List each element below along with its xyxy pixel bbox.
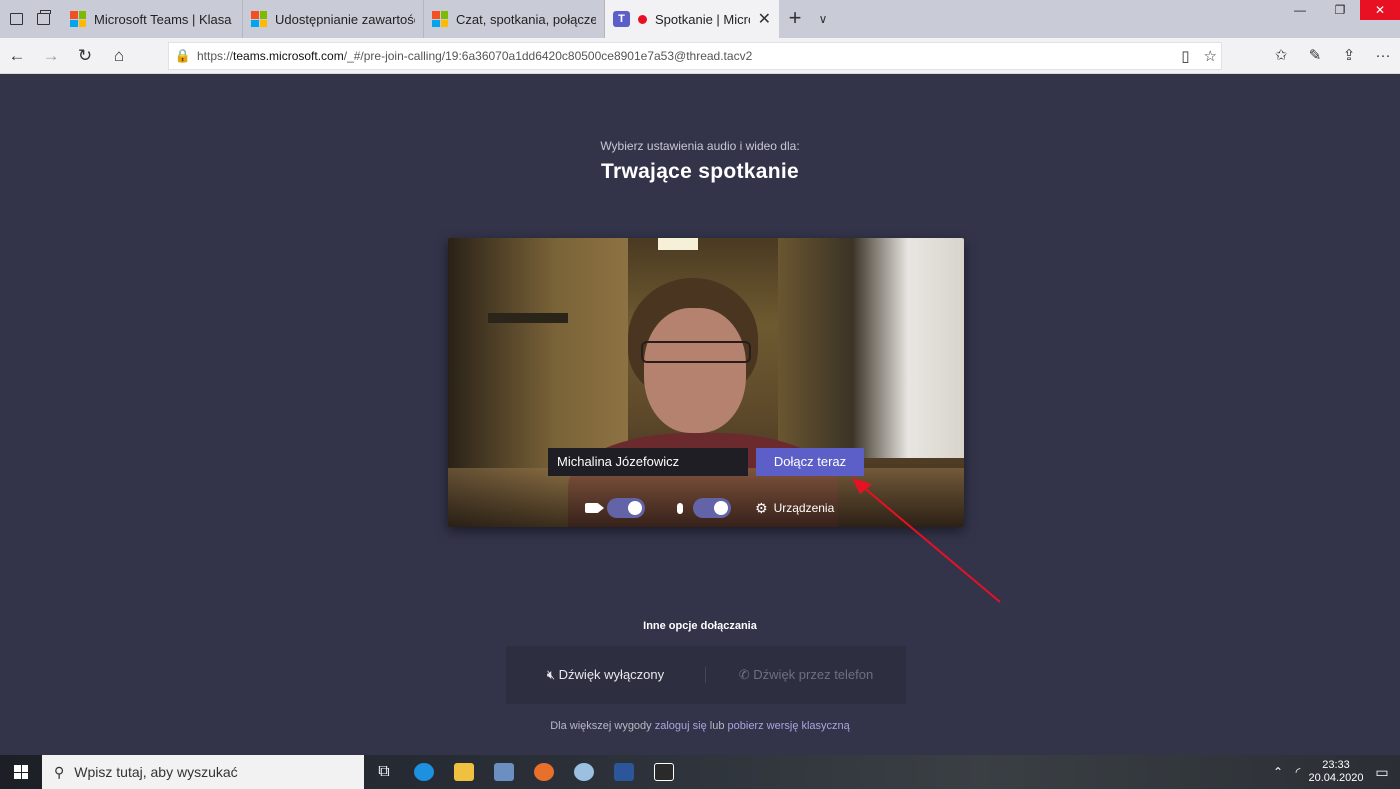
phone-audio-option[interactable]: ✆ Dźwięk przez telefon [706,667,906,683]
network-app-icon[interactable] [484,755,524,789]
other-join-options: 🔇︎ Dźwięk wyłączony ✆ Dźwięk przez telef… [506,646,906,704]
favorite-star-icon[interactable]: ☆ [1204,47,1217,65]
close-window-icon[interactable]: ✕ [1360,0,1400,20]
more-icon[interactable]: ··· [1366,38,1400,74]
forward-icon[interactable]: → [34,38,68,74]
devices-button[interactable]: Urządzenia [774,501,835,515]
tab-actions [0,0,62,38]
tab-preview-icon[interactable] [10,13,23,25]
browser-tab-bar: Microsoft Teams | Klasa onli Udostępnian… [0,0,1400,38]
set-aside-tabs-icon[interactable] [37,10,51,25]
search-placeholder: Wpisz tutaj, aby wyszukać [74,764,238,780]
minimize-icon[interactable]: — [1280,0,1320,20]
microsoft-icon [251,11,267,27]
search-icon: ⚲ [54,763,65,780]
speaker-off-icon: 🔇︎ [546,667,559,682]
join-now-button[interactable]: Dołącz teraz [756,448,864,476]
file-explorer-icon[interactable] [444,755,484,789]
download-desktop-link[interactable]: pobierz wersję klasyczną [728,720,850,732]
recording-dot-icon [638,14,647,24]
tab-chat[interactable]: Czat, spotkania, połączenia, [424,0,605,38]
preview-shelf [488,313,568,323]
new-tab-button[interactable]: + [779,0,811,38]
back-icon[interactable]: ← [0,38,34,74]
share-icon[interactable]: ⇪ [1332,38,1366,74]
preview-background-right [778,238,964,458]
camera-icon [585,503,604,513]
prejoin-subtitle: Wybierz ustawienia audio i wideo dla: [600,139,800,153]
window-controls: — ❐ ✕ [1280,0,1400,20]
system-tray: ⌃ ◜ 23:33 20.04.2020 ▭ [1268,755,1400,789]
restore-icon[interactable]: ❐ [1320,0,1360,20]
microsoft-icon [70,11,86,27]
microphone-icon [677,502,683,514]
meeting-title: Trwające spotkanie [601,160,799,183]
address-actions: ▯ ☆ [1181,47,1217,65]
task-view-icon[interactable]: ⧉ [364,755,404,789]
av-controls: ⚙ Urządzenia [585,497,834,519]
tab-dropdown-button[interactable]: ∨ [811,0,835,38]
phone-icon: ✆ [738,667,754,682]
preview-lamp [658,238,698,250]
firefox-icon[interactable] [524,755,564,789]
tab-teams-class[interactable]: Microsoft Teams | Klasa onli [62,0,243,38]
preview-glasses [641,341,751,363]
windows-icon [14,765,28,779]
display-name-field[interactable]: Michalina Józefowicz [548,448,748,476]
home-icon[interactable]: ⌂ [102,38,136,74]
word-icon[interactable] [604,755,644,789]
favorites-icon[interactable]: ✩ [1264,38,1298,74]
browser-nav-bar: ← → ↻ ⌂ 🔒 https://teams.microsoft.com/_#… [0,38,1400,74]
close-tab-icon[interactable]: ✕ [758,9,771,29]
audio-off-option[interactable]: 🔇︎ Dźwięk wyłączony [506,667,706,683]
taskbar-search[interactable]: ⚲ Wpisz tutaj, aby wyszukać [42,755,364,789]
windows-taskbar: ⚲ Wpisz tutaj, aby wyszukać ⧉ ⌃ ◜ 23:33 … [0,755,1400,789]
tab-meeting[interactable]: T Spotkanie | Microsc ✕ [605,0,779,38]
tab-label: Spotkanie | Microsc [655,11,750,27]
microsoft-icon [432,11,448,27]
edge-icon[interactable] [404,755,444,789]
microphone-toggle[interactable] [693,498,731,518]
reading-view-icon[interactable]: ▯ [1181,47,1189,65]
footer-note: Dla większej wygody zaloguj się lub pobi… [550,720,850,732]
start-button[interactable] [0,755,42,789]
url-text: https://teams.microsoft.com/_#/pre-join-… [197,49,753,63]
photos-icon[interactable] [644,755,684,789]
login-link[interactable]: zaloguj się [655,720,707,732]
lock-icon: 🔒 [174,48,192,63]
browser-toolbar-right: ✩ ✎ ⇪ ··· [1264,38,1400,74]
clock-date: 20.04.2020 [1308,772,1364,784]
chevron-up-icon[interactable]: ⌃ [1268,765,1288,779]
clock-time: 23:33 [1322,759,1350,771]
clock[interactable]: 23:33 20.04.2020 [1308,759,1364,785]
tab-sharing[interactable]: Udostępnianie zawartości p [243,0,424,38]
paint-icon[interactable] [564,755,604,789]
gear-icon[interactable]: ⚙ [755,500,768,517]
tab-label: Microsoft Teams | Klasa onli [94,11,234,27]
notifications-icon[interactable]: ▭ [1364,764,1400,781]
annotation-arrow [852,478,1001,603]
refresh-icon[interactable]: ↻ [68,38,102,74]
pen-icon[interactable]: ✎ [1298,38,1332,74]
other-join-options-title: Inne opcje dołączania [643,620,757,632]
camera-toggle[interactable] [607,498,645,518]
wifi-icon[interactable]: ◜ [1288,765,1308,779]
address-bar[interactable]: 🔒 https://teams.microsoft.com/_#/pre-joi… [168,42,1222,70]
preview-person-face [644,308,746,433]
tab-label: Udostępnianie zawartości p [275,11,415,27]
teams-icon: T [613,11,630,27]
tab-label: Czat, spotkania, połączenia, [456,11,596,27]
